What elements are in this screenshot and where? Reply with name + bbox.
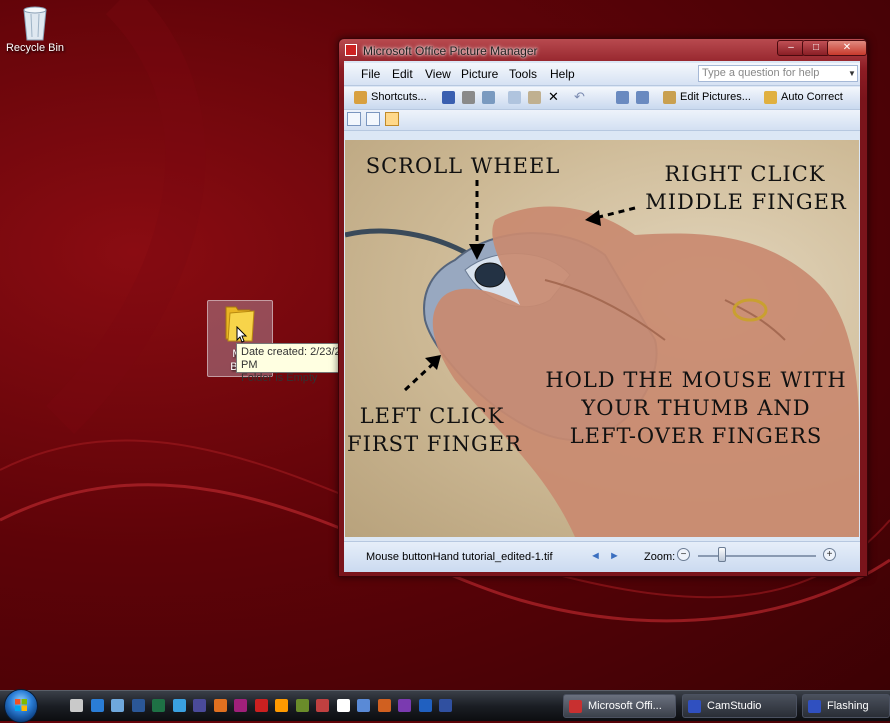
previous-picture-button[interactable]: ◄ [590,550,601,562]
quick-launch-icon[interactable] [152,699,165,712]
quick-launch-icon[interactable] [70,699,83,712]
picture-manager-app-icon [345,44,357,56]
quick-launch-icon[interactable] [316,699,329,712]
quick-launch-icon[interactable] [234,699,247,712]
zoom-out-button[interactable]: − [677,548,690,561]
filmstrip-view-icon[interactable] [366,112,380,126]
copy-icon[interactable] [508,91,521,104]
task-label: CamStudio [707,700,762,712]
menu-view[interactable]: View [425,67,451,81]
taskbar-button-flashing[interactable]: Flashing [802,694,890,718]
picture-manager-window: Microsoft Office Picture Manager – □ ✕ F… [338,38,868,577]
title-bar[interactable]: Microsoft Office Picture Manager – □ ✕ [339,39,867,61]
taskbar-button-camstudio[interactable]: CamStudio [682,694,797,718]
minimize-button[interactable]: – [777,40,805,56]
windows-logo-icon [15,699,27,711]
rotate-right-icon[interactable] [636,91,649,104]
label-right-click: RIGHT CLICK [664,162,826,186]
label-hold-line3: LEFT-OVER FINGERS [569,424,823,448]
quick-launch-icon[interactable] [193,699,206,712]
next-picture-button[interactable]: ► [609,550,620,562]
zoom-label: Zoom: [644,551,676,563]
picture-manager-task-icon [569,700,582,713]
save-icon[interactable] [442,91,455,104]
label-hold-line1: HOLD THE MOUSE WITH [545,368,847,392]
edit-pictures-icon [663,91,676,104]
flashing-task-icon [808,700,821,713]
rotate-left-icon[interactable] [616,91,629,104]
paste-icon[interactable] [528,91,541,104]
menu-bar: File Edit View Picture Tools Help Type a… [344,63,860,86]
zoom-slider-thumb[interactable] [717,547,726,562]
help-placeholder: Type a question for help [702,67,820,79]
help-dropdown-icon[interactable]: ▼ [847,66,857,81]
quick-launch-icon[interactable] [439,699,452,712]
auto-correct-icon [764,91,777,104]
menu-picture[interactable]: Picture [461,67,498,81]
help-search-input[interactable]: Type a question for help ▼ [698,65,858,82]
label-scroll-wheel: SCROLL WHEEL [365,154,561,178]
view-toolbar [344,110,860,131]
taskbar-button-picture-manager[interactable]: Microsoft Offi... [563,694,676,718]
status-bar: Mouse buttonHand tutorial_edited-1.tif ◄… [344,541,860,572]
zoom-slider[interactable] [698,555,816,557]
close-button[interactable]: ✕ [827,40,867,56]
menu-file[interactable]: File [361,67,380,81]
menu-help[interactable]: Help [550,67,575,81]
quick-launch-icon[interactable] [275,699,288,712]
quick-launch-icon[interactable] [132,699,145,712]
quick-launch-icon[interactable] [419,699,432,712]
menu-tools[interactable]: Tools [509,67,537,81]
task-label: Microsoft Offi... [588,700,662,712]
menu-edit[interactable]: Edit [392,67,413,81]
quick-launch-icon[interactable] [378,699,391,712]
shortcuts-icon [354,91,367,104]
edit-pictures-button[interactable]: Edit Pictures... [680,91,751,103]
recycle-bin-shortcut[interactable]: Recycle Bin [0,0,70,54]
print-icon[interactable] [462,91,475,104]
single-picture-view-icon[interactable] [385,112,399,126]
shortcuts-button[interactable]: Shortcuts... [371,91,427,103]
auto-correct-button[interactable]: Auto Correct [781,91,843,103]
zoom-in-button[interactable]: + [823,548,836,561]
task-label: Flashing [827,700,869,712]
picture-preview[interactable]: SCROLL WHEEL RIGHT CLICK MIDDLE FINGER H… [345,140,859,537]
window-client-area: File Edit View Picture Tools Help Type a… [344,61,860,572]
quick-launch-icon[interactable] [214,699,227,712]
label-middle-finger: MIDDLE FINGER [645,190,847,214]
quick-launch-icon[interactable] [337,699,350,712]
maximize-button[interactable]: □ [802,40,830,56]
status-filename: Mouse buttonHand tutorial_edited-1.tif [366,551,553,563]
quick-launch-icon[interactable] [91,699,104,712]
taskbar: Microsoft Offi... CamStudio Flashing [0,689,890,723]
label-first-finger: FIRST FINGER [347,432,522,456]
undo-icon[interactable]: ↶ [574,90,587,103]
quick-launch-icon[interactable] [296,699,309,712]
quick-launch-icon[interactable] [111,699,124,712]
quick-launch-icon[interactable] [357,699,370,712]
standard-toolbar: Shortcuts... ✕ ↶ Edit Pictures... Auto C… [344,87,860,110]
email-icon[interactable] [482,91,495,104]
delete-icon[interactable]: ✕ [548,90,561,103]
camstudio-task-icon [688,700,701,713]
recycle-bin-icon [20,2,50,41]
label-left-click: LEFT CLICK [359,404,505,428]
quick-launch-icon[interactable] [173,699,186,712]
window-title: Microsoft Office Picture Manager [363,44,538,58]
thumbnail-view-icon[interactable] [347,112,361,126]
label-hold-line2: YOUR THUMB AND [581,396,811,420]
quick-launch-icon[interactable] [255,699,268,712]
recycle-bin-label: Recycle Bin [5,42,65,54]
quick-launch-icon[interactable] [398,699,411,712]
mouse-cursor-icon [236,326,248,343]
start-button[interactable] [4,689,38,723]
